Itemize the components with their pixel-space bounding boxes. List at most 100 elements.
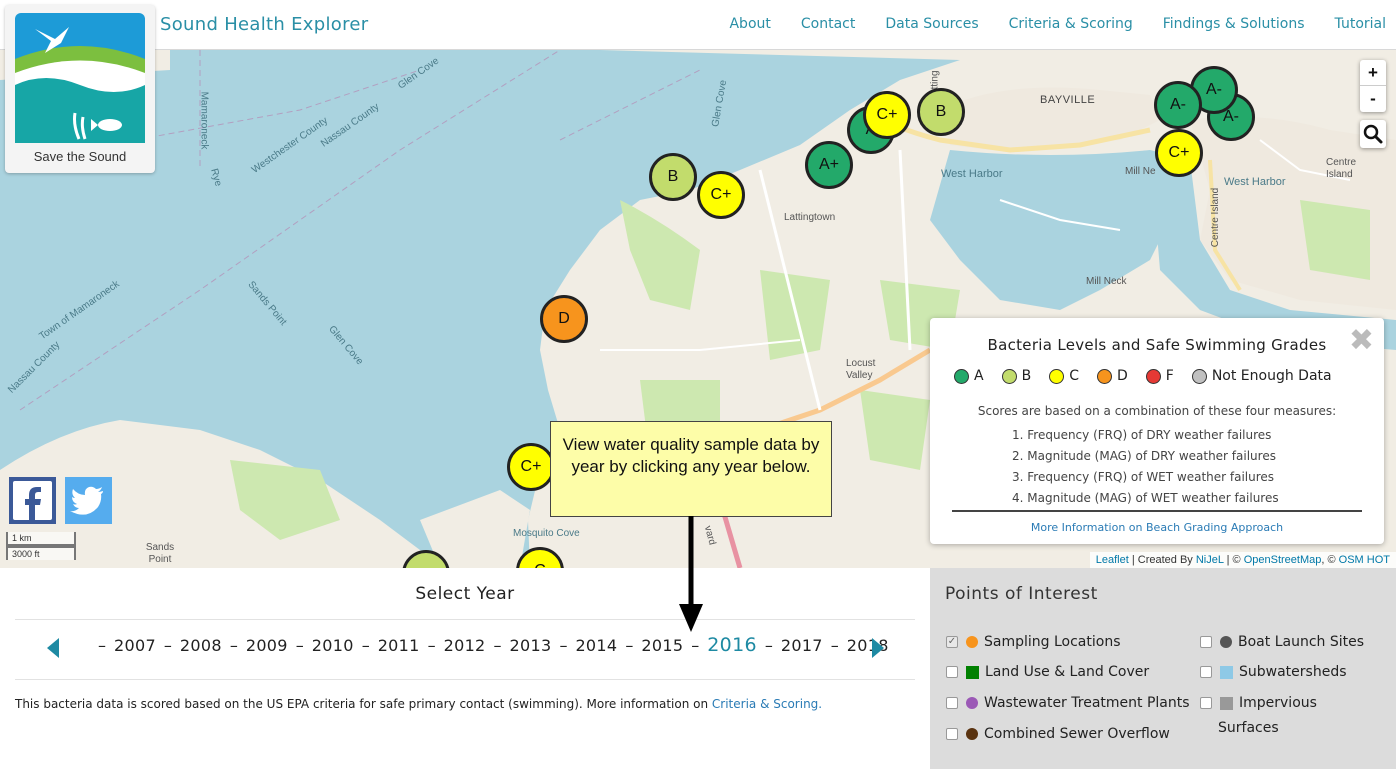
nav-contact[interactable]: Contact bbox=[801, 16, 855, 32]
facebook-share-button[interactable] bbox=[9, 477, 56, 524]
year-option[interactable]: 2009 bbox=[246, 636, 288, 655]
grade-swatch bbox=[954, 368, 969, 384]
sampling-marker[interactable]: B bbox=[649, 153, 697, 201]
place-label: Locust Valley bbox=[846, 358, 876, 381]
poi-combined-sewer-overflow[interactable]: Combined Sewer Overflow bbox=[946, 726, 1170, 742]
map-attribution: Leaflet | Created By NiJeL | © OpenStree… bbox=[1089, 552, 1396, 568]
poi-label: Land Use & Land Cover bbox=[985, 664, 1150, 680]
year-separator: – bbox=[427, 635, 436, 655]
close-icon[interactable]: ✖ bbox=[1349, 326, 1374, 356]
grade-swatch bbox=[1001, 368, 1017, 384]
year-list: –2007 –2008 –2009 –2010 –2011 –2012 –201… bbox=[90, 634, 889, 656]
map[interactable]: Glen Cove Mamaroneck Westchester County … bbox=[0, 50, 1396, 568]
nav-data-sources[interactable]: Data Sources bbox=[885, 16, 978, 32]
year-separator: – bbox=[229, 635, 238, 655]
year-separator: – bbox=[625, 635, 634, 655]
nav-about[interactable]: About bbox=[729, 16, 770, 32]
place-label: BAYVILLE bbox=[1040, 94, 1096, 106]
chevron-right-icon[interactable] bbox=[872, 638, 884, 658]
sampling-marker[interactable]: A+ bbox=[805, 141, 853, 189]
sampling-marker[interactable]: C+ bbox=[697, 171, 745, 219]
poi-subwatersheds[interactable]: Subwatersheds bbox=[1200, 664, 1347, 680]
poi-sampling-locations[interactable]: ✓ Sampling Locations bbox=[946, 634, 1121, 650]
nav-criteria-scoring[interactable]: Criteria & Scoring bbox=[1009, 16, 1133, 32]
poi-impervious-surfaces[interactable]: Impervious bbox=[1200, 695, 1317, 711]
legend-key-label: B bbox=[1021, 368, 1032, 384]
place-label: Mill Ne bbox=[1125, 166, 1156, 177]
criteria-scoring-link[interactable]: Criteria & Scoring. bbox=[712, 697, 822, 711]
year-separator: – bbox=[764, 635, 773, 655]
sampling-marker[interactable]: C+ bbox=[1155, 129, 1203, 177]
checkbox[interactable] bbox=[946, 728, 958, 740]
year-separator: – bbox=[295, 635, 304, 655]
year-separator: – bbox=[98, 635, 106, 655]
logo-text: Save the Sound bbox=[33, 149, 127, 164]
sampling-marker[interactable]: C+ bbox=[507, 443, 555, 491]
year-separator: – bbox=[559, 635, 568, 655]
year-option[interactable]: 2014 bbox=[575, 636, 617, 655]
zoom-in-button[interactable]: + bbox=[1360, 60, 1386, 86]
year-option[interactable]: 2011 bbox=[378, 636, 420, 655]
chevron-left-icon[interactable] bbox=[47, 638, 59, 658]
divider bbox=[15, 679, 915, 680]
year-option[interactable]: 2013 bbox=[510, 636, 552, 655]
grade-swatch bbox=[1049, 368, 1065, 384]
poi-label: Sampling Locations bbox=[984, 634, 1121, 650]
divider bbox=[15, 619, 915, 620]
legend-key: A bbox=[954, 368, 984, 384]
year-separator: – bbox=[830, 635, 839, 655]
poi-land-use[interactable]: Land Use & Land Cover bbox=[946, 664, 1149, 680]
checkbox[interactable] bbox=[1200, 697, 1212, 709]
measure-item: 3. Frequency (FRQ) of WET weather failur… bbox=[1012, 470, 1275, 484]
twitter-share-button[interactable] bbox=[65, 477, 112, 524]
poi-swatch bbox=[1220, 665, 1233, 679]
osm-link[interactable]: OpenStreetMap bbox=[1244, 554, 1322, 566]
sampling-marker[interactable]: A- bbox=[1154, 81, 1202, 129]
year-option[interactable]: 2017 bbox=[781, 636, 823, 655]
poi-swatch bbox=[1220, 636, 1232, 648]
year-option[interactable]: 2010 bbox=[312, 636, 354, 655]
poi-wastewater-plants[interactable]: Wastewater Treatment Plants bbox=[946, 695, 1190, 711]
sampling-marker[interactable]: B bbox=[917, 88, 965, 136]
sampling-marker[interactable]: C+ bbox=[863, 91, 911, 139]
grade-legend: Bacteria Levels and Safe Swimming Grades… bbox=[930, 318, 1384, 544]
checkbox[interactable] bbox=[1200, 636, 1212, 648]
poi-boat-launch-sites[interactable]: Boat Launch Sites bbox=[1200, 634, 1364, 650]
zoom-out-button[interactable]: - bbox=[1360, 86, 1386, 112]
year-option[interactable]: 2012 bbox=[444, 636, 486, 655]
app-root: Glen Cove Mamaroneck Westchester County … bbox=[0, 0, 1396, 769]
sampling-marker[interactable]: D bbox=[540, 295, 588, 343]
place-label: West Harbor bbox=[941, 168, 1003, 180]
nav-tutorial[interactable]: Tutorial bbox=[1335, 16, 1386, 32]
site-title[interactable]: Sound Health Explorer bbox=[160, 14, 368, 35]
place-label: Mill Neck bbox=[1086, 276, 1127, 287]
checkbox[interactable] bbox=[1200, 666, 1212, 678]
scoring-footnote: This bacteria data is scored based on th… bbox=[15, 697, 822, 711]
poi-label: Boat Launch Sites bbox=[1238, 634, 1365, 650]
legend-key-label: A bbox=[974, 368, 984, 384]
save-the-sound-logo[interactable]: Save the Sound bbox=[5, 5, 155, 173]
checkbox[interactable] bbox=[946, 666, 958, 678]
year-separator: – bbox=[361, 635, 370, 655]
scale-km: 1 km bbox=[6, 532, 76, 546]
year-option[interactable]: 2008 bbox=[180, 636, 222, 655]
year-option[interactable]: 2007 bbox=[114, 636, 156, 655]
map-search-button[interactable] bbox=[1360, 120, 1386, 148]
attribution-text: | Created By bbox=[1128, 554, 1196, 566]
osm-hot-link[interactable]: OSM HOT bbox=[1339, 554, 1390, 566]
year-option[interactable]: 2015 bbox=[641, 636, 683, 655]
poi-label: Wastewater Treatment Plants bbox=[984, 695, 1190, 711]
legend-key: D bbox=[1096, 368, 1128, 384]
nijel-link[interactable]: NiJeL bbox=[1196, 554, 1224, 566]
checkbox[interactable] bbox=[946, 697, 958, 709]
attribution-text: , © bbox=[1321, 554, 1339, 566]
nav-findings-solutions[interactable]: Findings & Solutions bbox=[1163, 16, 1305, 32]
callout-arrow bbox=[679, 516, 703, 632]
grading-info-link[interactable]: More Information on Beach Grading Approa… bbox=[930, 521, 1384, 534]
poi-label: Subwatersheds bbox=[1239, 664, 1347, 680]
year-option-selected[interactable]: 2016 bbox=[707, 634, 757, 656]
poi-label: Surfaces bbox=[1218, 720, 1279, 736]
checkbox[interactable]: ✓ bbox=[946, 636, 958, 648]
legend-intro: Scores are based on a combination of the… bbox=[977, 404, 1337, 418]
leaflet-link[interactable]: Leaflet bbox=[1096, 554, 1129, 566]
